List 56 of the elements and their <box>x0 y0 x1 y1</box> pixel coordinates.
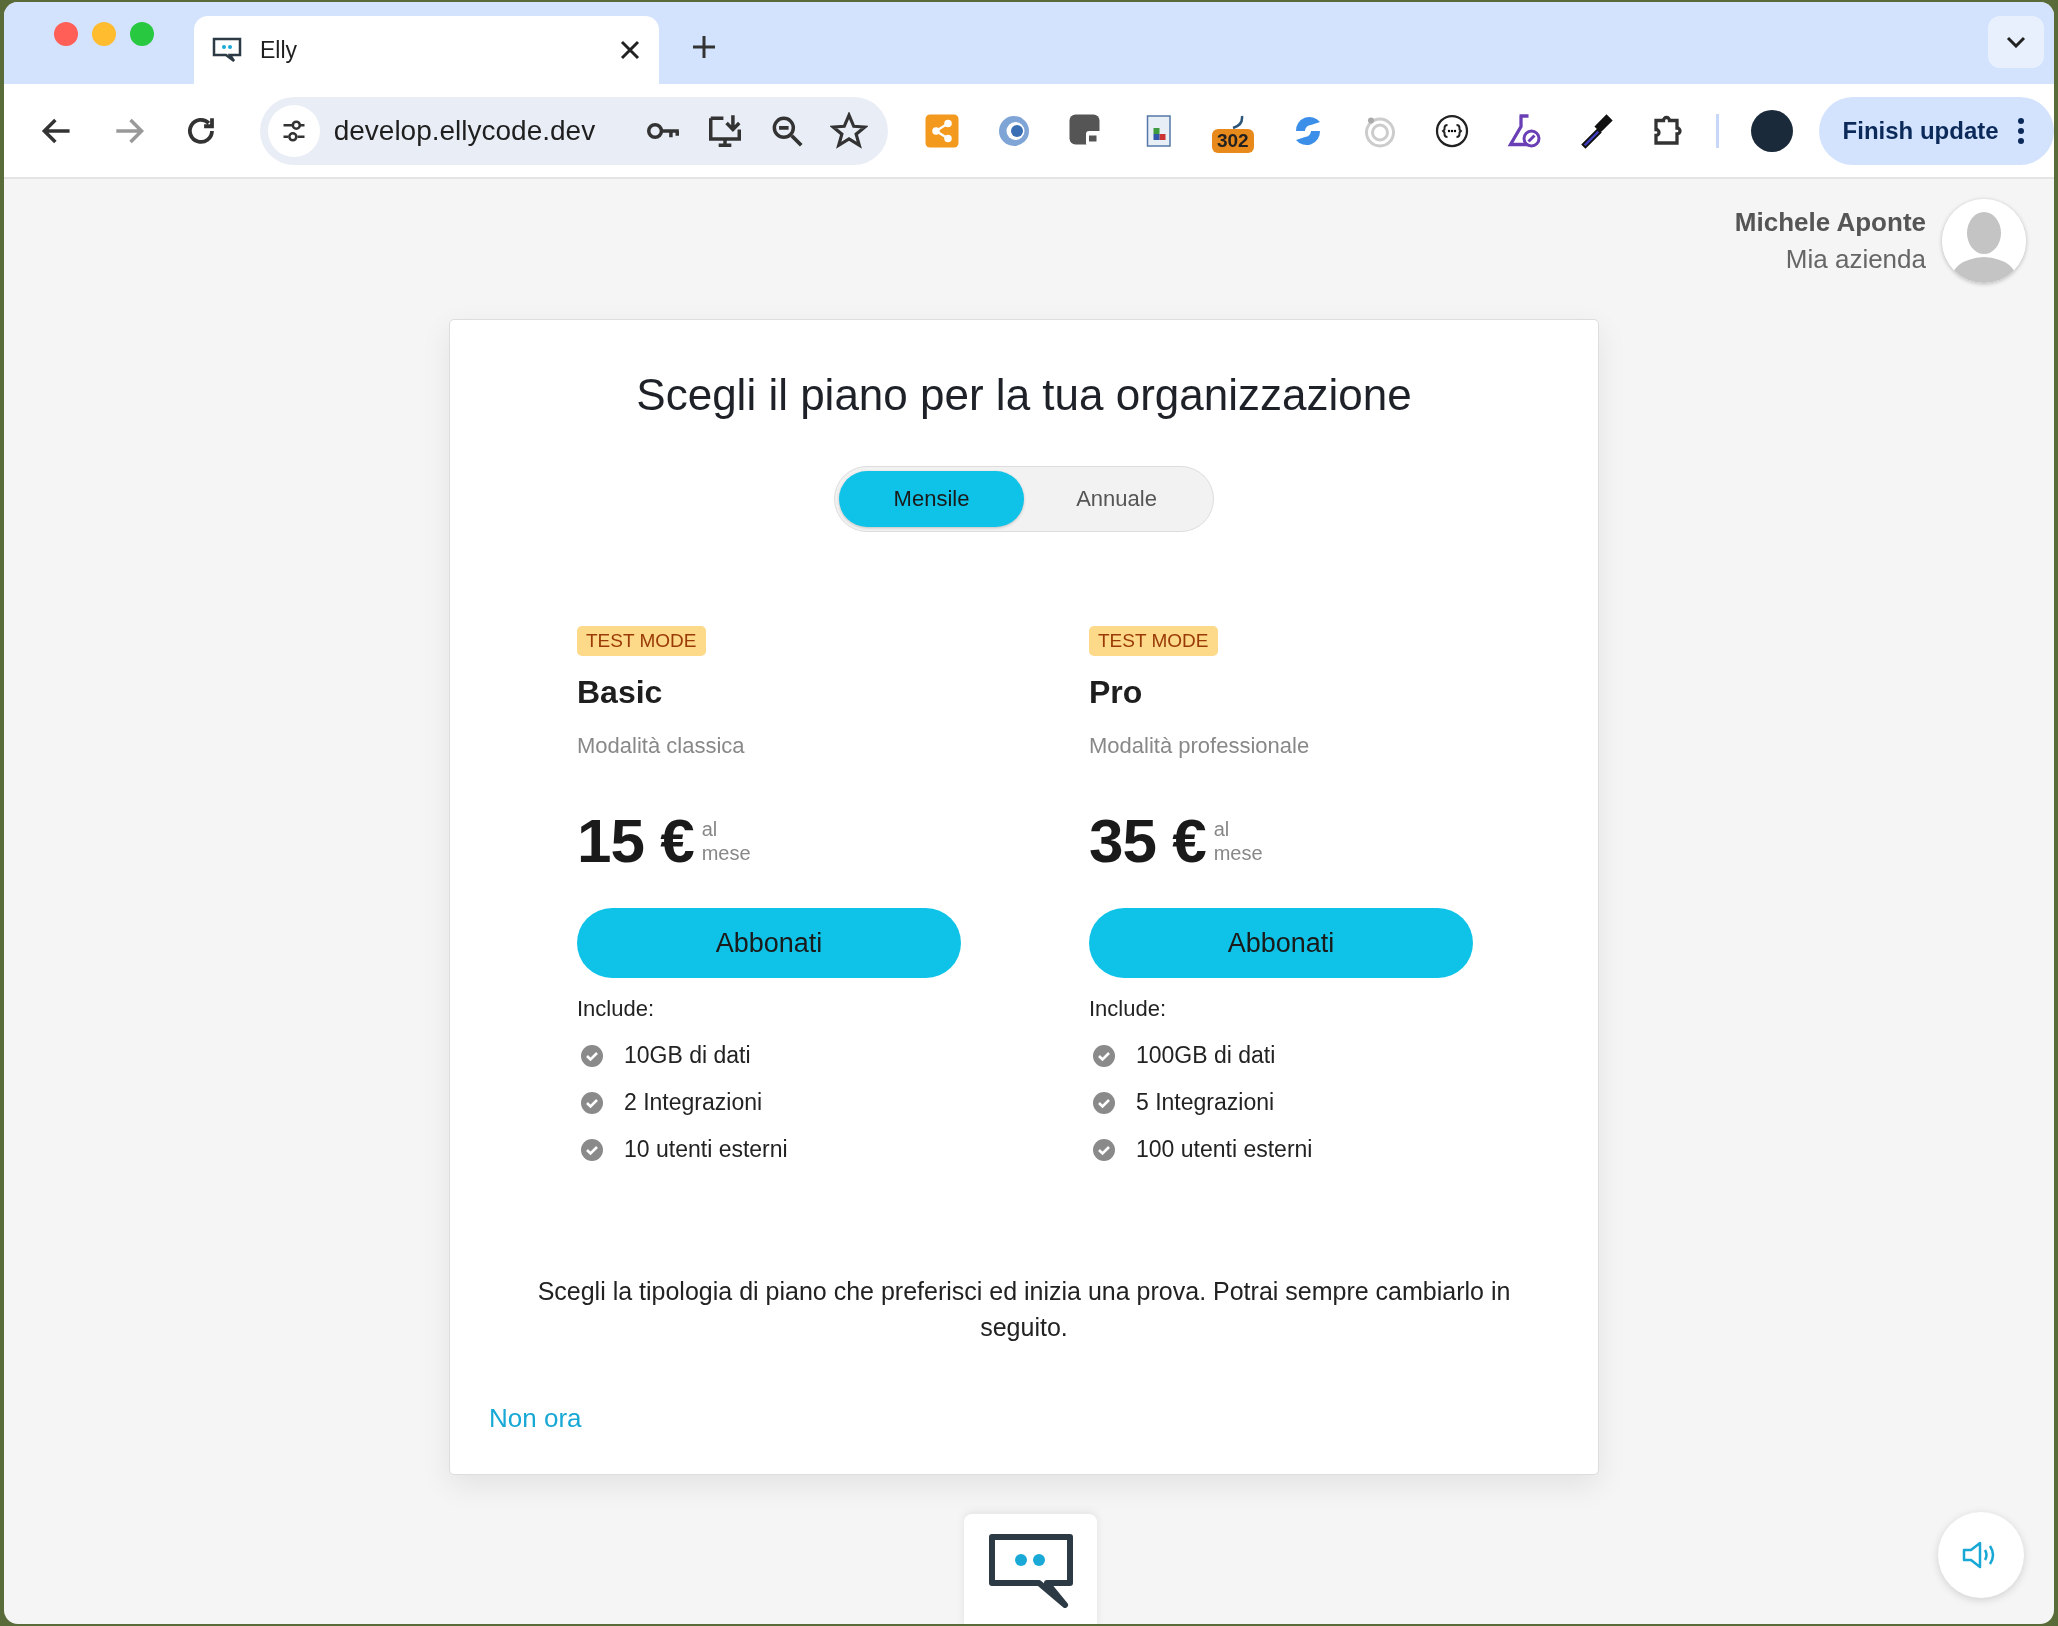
hook-icon <box>1231 114 1244 129</box>
site-settings-button[interactable] <box>267 104 320 157</box>
feature-text: 100 utenti esterni <box>1136 1136 1313 1163</box>
feature-text: 10 utenti esterni <box>624 1136 788 1163</box>
period-label: mese <box>1213 840 1263 865</box>
flask-icon[interactable] <box>1505 112 1542 149</box>
subscribe-button[interactable]: Abbonati <box>1089 908 1473 978</box>
includes-label: Include: <box>577 996 655 1022</box>
check-circle-icon <box>1092 1137 1116 1162</box>
finish-update-button[interactable]: Finish update <box>1818 96 2054 165</box>
profile-avatar[interactable] <box>1750 109 1793 152</box>
dialog-title: Scegli il piano per la tua organizzazione <box>635 370 1413 420</box>
sound-button[interactable] <box>1938 1512 2024 1598</box>
includes-label: Include: <box>1089 996 1167 1022</box>
check-circle-icon <box>580 1137 604 1162</box>
tab-search-button[interactable] <box>1988 16 2044 68</box>
plan-subtitle: Modalità classica <box>577 733 745 759</box>
check-circle-icon <box>1092 1090 1116 1115</box>
chevron-down-icon <box>2006 36 2026 48</box>
braces-icon[interactable] <box>1433 112 1470 149</box>
check-circle-icon <box>580 1090 604 1115</box>
info-text: Scegli la tipologia di piano che preferisci ed inizia una prova. Potrai sempre cambiarlo in seguito. <box>536 1276 1512 1343</box>
browser-tab[interactable]: Elly <box>194 16 659 84</box>
billing-option[interactable]: Annuale <box>1024 471 1209 527</box>
subscribe-button[interactable]: Abbonati <box>577 908 961 978</box>
user-name: Michele Aponte <box>1734 207 1926 238</box>
redirect-extension[interactable]: 302 <box>1211 114 1254 153</box>
feature-text: 5 Integrazioni <box>1136 1089 1275 1116</box>
period-label: al <box>701 816 719 841</box>
chat-bubble-icon <box>988 1534 1073 1608</box>
feature-text: 2 Integrazioni <box>624 1089 763 1116</box>
url-text: develop.ellycode.dev <box>333 114 597 147</box>
billing-option[interactable]: Mensile <box>839 471 1024 527</box>
star-icon[interactable] <box>829 111 868 150</box>
feature-text: 100GB di dati <box>1136 1042 1276 1069</box>
period-label: mese <box>701 840 751 865</box>
chat-widget-tab[interactable] <box>964 1514 1097 1624</box>
share-nodes-icon[interactable] <box>923 112 960 149</box>
test-mode-badge: TEST MODE <box>577 626 706 656</box>
plan-name: Basic <box>577 674 663 711</box>
chat-bubble-icon <box>212 37 242 63</box>
test-mode-badge: TEST MODE <box>1089 626 1218 656</box>
company-name: Mia azienda <box>1784 244 1926 275</box>
plan-subtitle: Modalità professionale <box>1089 733 1310 759</box>
check-circle-icon <box>580 1043 604 1068</box>
plan-price: 35 € <box>1089 805 1206 876</box>
address-bar[interactable]: develop.ellycode.dev <box>259 96 888 165</box>
plan-name: Pro <box>1089 674 1143 711</box>
extension-badge: 302 <box>1211 128 1254 153</box>
feature-text: 10GB di dati <box>624 1042 751 1069</box>
plan-price: 15 € <box>577 805 694 876</box>
close-tab-icon[interactable] <box>619 39 641 61</box>
more-vertical-icon <box>2016 116 2025 145</box>
period-label: al <box>1213 816 1231 841</box>
check-circle-icon <box>1092 1043 1116 1068</box>
tab-title: Elly <box>260 36 299 64</box>
